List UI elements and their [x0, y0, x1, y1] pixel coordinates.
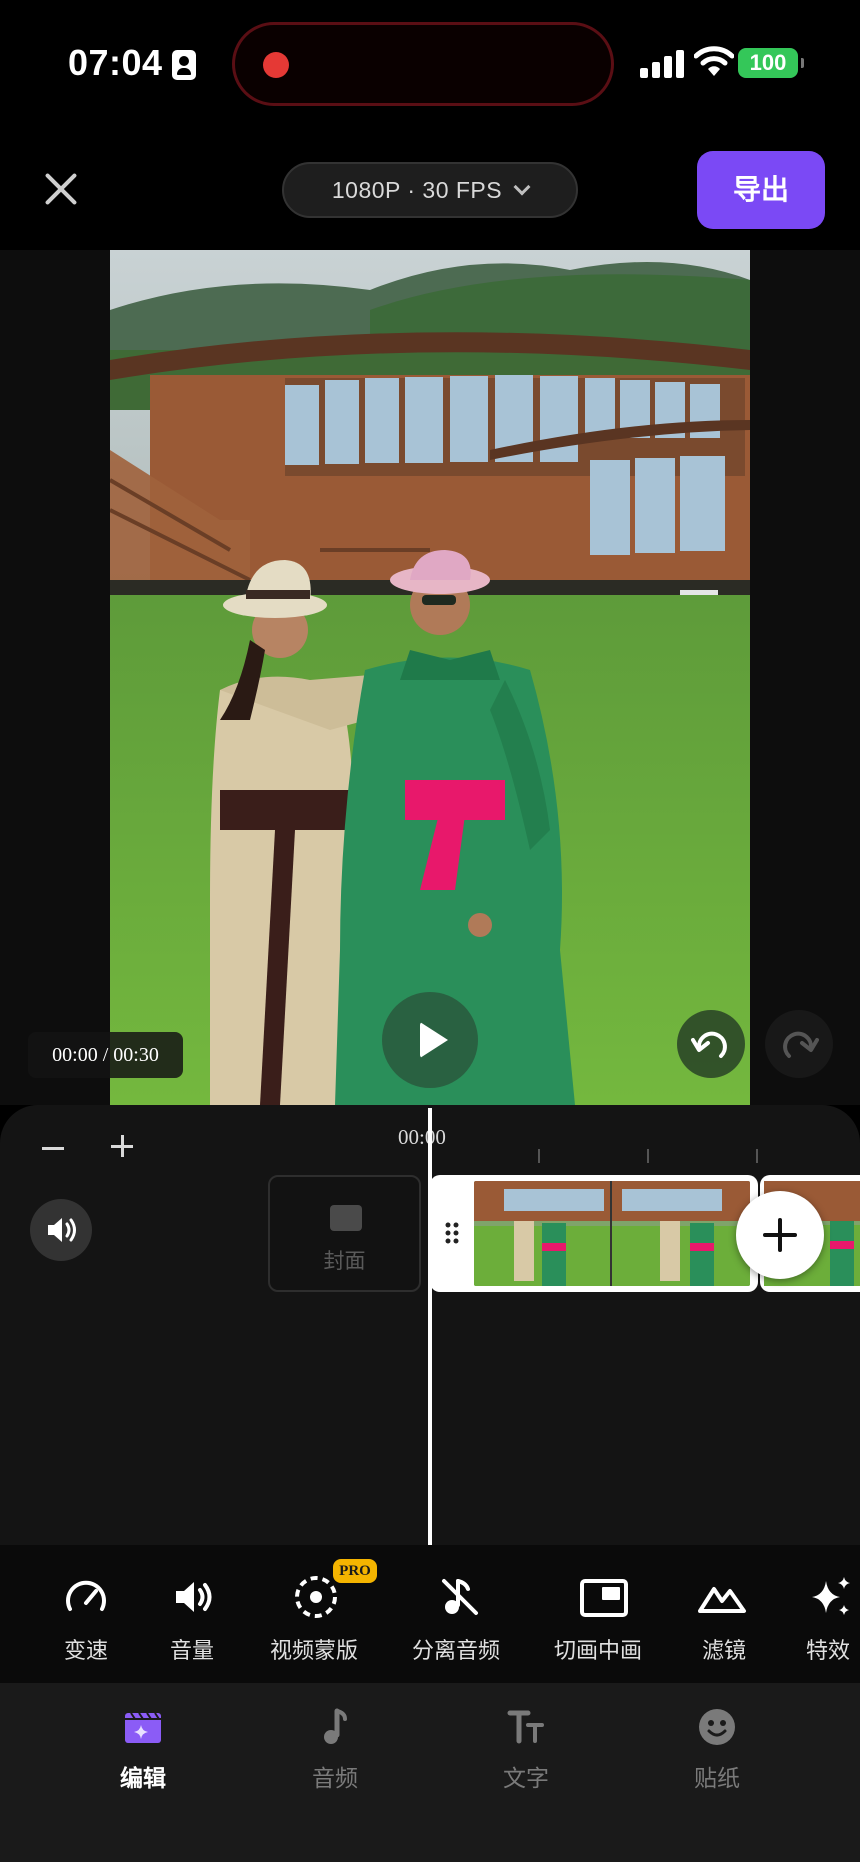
drag-handle-icon[interactable] [444, 1221, 460, 1245]
record-dot-icon [263, 52, 289, 78]
speaker-glyph [48, 1218, 76, 1242]
id-card-icon [172, 50, 196, 80]
tool-effects[interactable]: 特效 [800, 1545, 860, 1683]
tool-volume[interactable]: 音量 [160, 1545, 230, 1683]
tool-label: 特效 [806, 1638, 851, 1663]
nav-label: 音频 [312, 1765, 358, 1791]
pip-icon [580, 1579, 628, 1617]
status-bar: 07:04 100 [0, 0, 860, 125]
mask-icon [295, 1576, 337, 1618]
ruler-tick [647, 1149, 649, 1163]
chevron-down-icon [513, 178, 531, 196]
ruler-tick [756, 1149, 758, 1163]
nav-audio[interactable]: 音频 [265, 1683, 405, 1803]
nav-label: 文字 [503, 1765, 549, 1791]
redo-arrow-glyph [783, 1031, 819, 1058]
undo-icon[interactable] [677, 1010, 745, 1078]
nav-label: 编辑 [120, 1765, 166, 1791]
bottom-nav: 编辑 音频 文字 贴纸 [0, 1683, 860, 1862]
tools-row: 剪 变速 音量 视频蒙版 PRO 分离音频 [0, 1545, 860, 1683]
nav-sticker[interactable]: 贴纸 [647, 1683, 787, 1803]
close-icon[interactable] [40, 168, 82, 210]
music-note-icon [324, 1708, 347, 1744]
undo-arrow-glyph [691, 1031, 727, 1058]
resolution-selector[interactable]: 1080P · 30 FPS [282, 162, 578, 218]
playhead[interactable] [428, 1108, 432, 1545]
zoom-in-icon[interactable] [111, 1135, 133, 1157]
speedometer-icon [66, 1580, 106, 1611]
play-icon[interactable] [382, 992, 478, 1088]
pro-badge: PRO [333, 1559, 377, 1583]
resolution-label: 1080P · 30 FPS [331, 176, 503, 203]
video-preview[interactable] [110, 250, 750, 1105]
ruler-time: 00:00 [398, 1125, 446, 1149]
volume-icon[interactable] [30, 1199, 92, 1261]
tool-label: 滤镜 [702, 1638, 747, 1663]
sticker-icon [699, 1709, 735, 1745]
wifi-icon [694, 46, 734, 76]
image-icon [330, 1205, 362, 1231]
nav-edit[interactable]: 编辑 [73, 1683, 213, 1803]
tool-speed[interactable]: 变速 [52, 1545, 122, 1683]
battery-icon: 100 [738, 48, 804, 78]
signal-icon [640, 48, 684, 78]
video-clip[interactable] [430, 1175, 758, 1292]
status-time: 07:04 [68, 42, 163, 83]
edit-clapper-icon [125, 1712, 161, 1743]
tool-label: 音量 [170, 1638, 215, 1663]
dynamic-island[interactable] [232, 22, 614, 106]
volume-icon [176, 1582, 212, 1612]
clip-thumbnails [474, 1181, 750, 1286]
timecode-display: 00:00 / 00:30 [28, 1032, 183, 1078]
tool-label: 视频蒙版 [270, 1638, 359, 1663]
tool-filter[interactable]: 滤镜 [694, 1545, 764, 1683]
ruler-tick [538, 1149, 540, 1163]
zoom-out-icon[interactable] [42, 1147, 64, 1150]
tool-label: 分离音频 [412, 1638, 501, 1663]
redo-icon[interactable] [765, 1010, 833, 1078]
text-icon [507, 1710, 544, 1744]
nav-text[interactable]: 文字 [456, 1683, 596, 1803]
tool-cut[interactable]: 剪 [0, 1545, 10, 1683]
sparkle-icon [812, 1577, 850, 1615]
preview-area: 00:00 / 00:30 [0, 250, 860, 1105]
audio-split-icon [442, 1579, 478, 1615]
tool-label: 切画中画 [554, 1638, 643, 1663]
cover-button[interactable]: 封面 [268, 1175, 421, 1292]
cover-label: 封面 [323, 1250, 366, 1273]
tool-label: 变速 [64, 1638, 109, 1663]
filter-icon [698, 1587, 746, 1613]
tool-audio-split[interactable]: 分离音频 [410, 1545, 520, 1683]
nav-label: 贴纸 [694, 1765, 740, 1791]
export-button[interactable]: 导出 [697, 151, 825, 229]
video-frame-image [110, 250, 750, 1105]
add-icon[interactable] [736, 1191, 824, 1279]
tool-pip[interactable]: 切画中画 [552, 1545, 662, 1683]
